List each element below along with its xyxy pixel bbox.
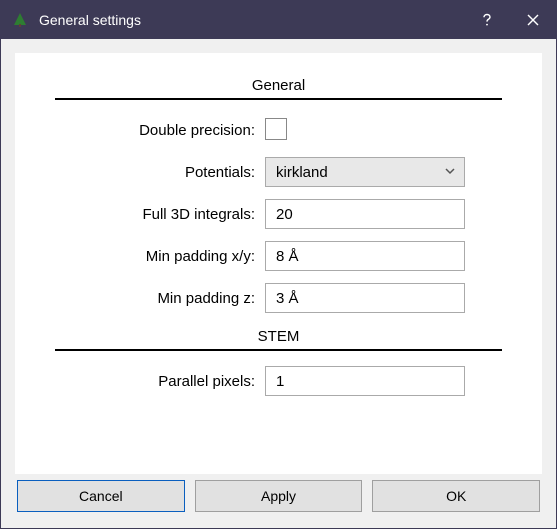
row-min-pad-z: Min padding z: 3 Å (55, 282, 502, 314)
row-min-pad-xy: Min padding x/y: 8 Å (55, 240, 502, 272)
min-pad-xy-value: 8 Å (276, 248, 299, 265)
label-min-pad-xy: Min padding x/y: (55, 248, 265, 265)
content-area: General Double precision: Potentials: ki… (1, 39, 556, 528)
full3d-input[interactable]: 20 (265, 199, 465, 229)
potentials-value: kirkland (276, 164, 328, 181)
cancel-button[interactable]: Cancel (17, 480, 185, 512)
window-title: General settings (39, 12, 141, 28)
dialog-window: General settings General Double precisio… (0, 0, 557, 529)
parallel-pixels-value: 1 (276, 373, 284, 390)
label-double-precision: Double precision: (55, 122, 265, 139)
label-potentials: Potentials: (55, 164, 265, 181)
min-pad-z-value: 3 Å (276, 290, 299, 307)
row-full3d: Full 3D integrals: 20 (55, 198, 502, 230)
help-button[interactable] (464, 1, 510, 39)
min-pad-xy-input[interactable]: 8 Å (265, 241, 465, 271)
row-parallel-pixels: Parallel pixels: 1 (55, 365, 502, 397)
label-min-pad-z: Min padding z: (55, 290, 265, 307)
row-double-precision: Double precision: (55, 114, 502, 146)
row-potentials: Potentials: kirkland (55, 156, 502, 188)
apply-button[interactable]: Apply (195, 480, 363, 512)
double-precision-checkbox[interactable] (265, 118, 287, 140)
label-parallel-pixels: Parallel pixels: (55, 373, 265, 390)
ok-button[interactable]: OK (372, 480, 540, 512)
label-full3d: Full 3D integrals: (55, 206, 265, 223)
potentials-select[interactable]: kirkland (265, 157, 465, 187)
chevron-down-icon (444, 164, 456, 181)
close-button[interactable] (510, 1, 556, 39)
full3d-value: 20 (276, 206, 293, 223)
min-pad-z-input[interactable]: 3 Å (265, 283, 465, 313)
app-icon (11, 11, 29, 29)
button-row: Cancel Apply OK (15, 474, 542, 514)
form-panel: General Double precision: Potentials: ki… (15, 53, 542, 474)
section-general: General (55, 77, 502, 100)
titlebar: General settings (1, 1, 556, 39)
parallel-pixels-input[interactable]: 1 (265, 366, 465, 396)
section-stem: STEM (55, 328, 502, 351)
